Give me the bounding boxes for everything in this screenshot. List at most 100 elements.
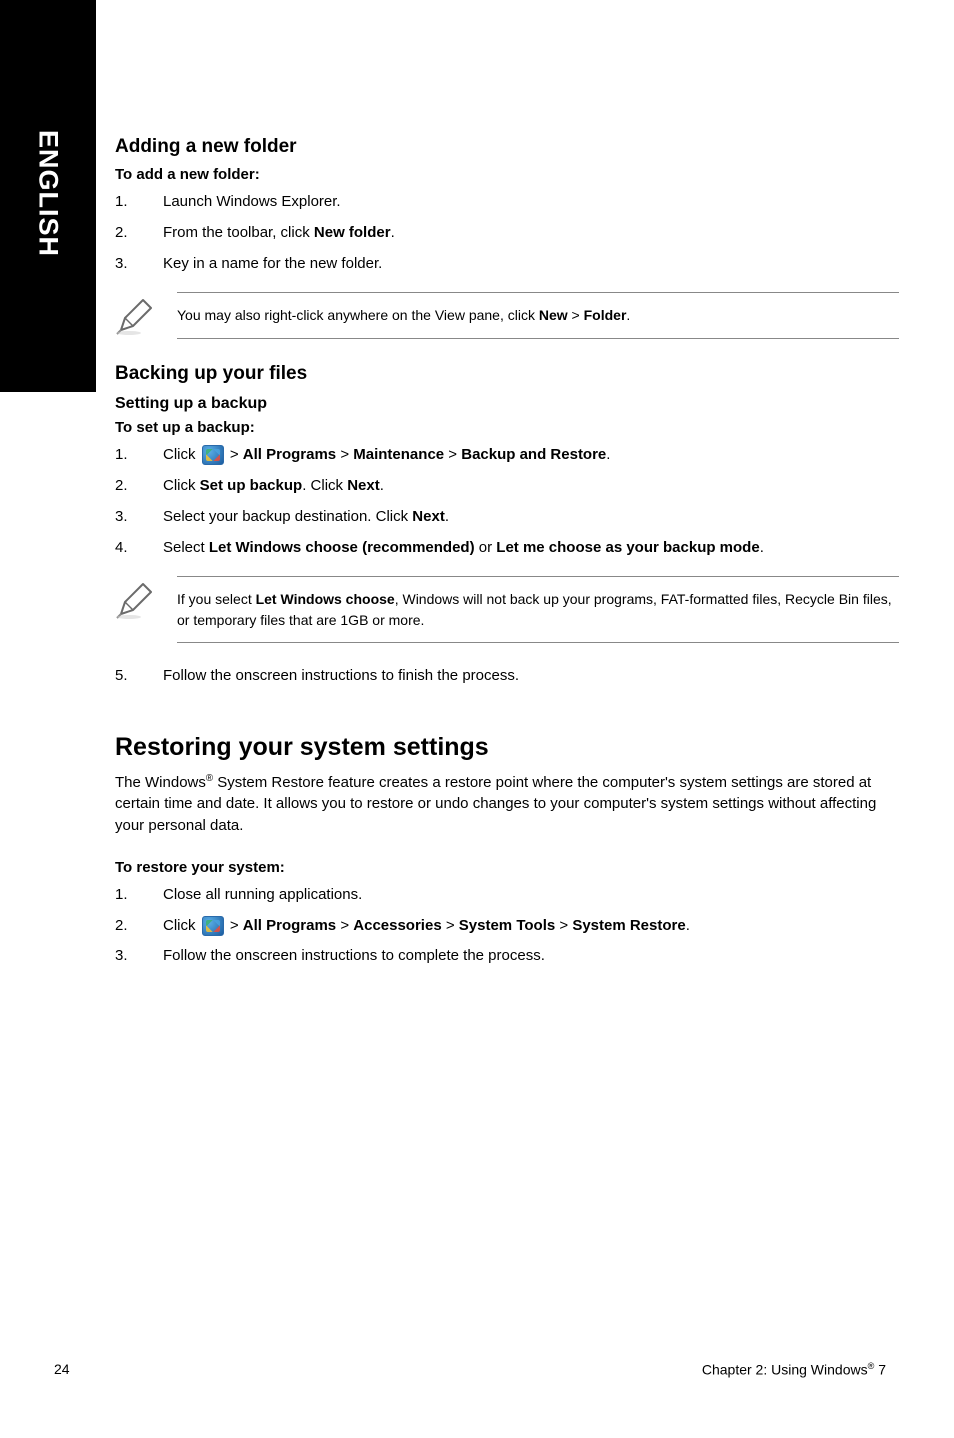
sep2: > (442, 917, 459, 934)
note-prefix: You may also right-click anywhere on the… (177, 307, 539, 323)
step-text: Select Let Windows choose (recommended) … (163, 537, 899, 559)
heading-restoring: Restoring your system settings (115, 733, 899, 762)
step-2: 2. Click > All Programs > Accessories > … (115, 915, 899, 937)
steps-backup: 1. Click > All Programs > Maintenance > … (115, 444, 899, 558)
intro-adding-folder: To add a new folder: (115, 166, 899, 183)
step-text: Launch Windows Explorer. (163, 191, 899, 213)
b1: All Programs (243, 917, 336, 934)
suffix: . (686, 917, 690, 934)
prefix: Click (163, 477, 200, 494)
prefix: Click (163, 917, 200, 934)
step-num: 2. (115, 915, 135, 937)
step-num: 2. (115, 222, 135, 244)
b4: System Restore (572, 917, 685, 934)
text-suffix: . (391, 224, 395, 241)
chapter-pre: Chapter 2: Using Windows (702, 1362, 868, 1378)
subheading-setting-up: Setting up a backup (115, 395, 899, 413)
b1: Let Windows choose (recommended) (209, 539, 475, 556)
step-text: Key in a name for the new folder. (163, 253, 899, 275)
b3: Backup and Restore (461, 446, 606, 463)
suffix: . (380, 477, 384, 494)
step-text: Follow the onscreen instructions to fini… (163, 665, 899, 687)
sep3: > (555, 917, 572, 934)
step-1: 1. Click > All Programs > Maintenance > … (115, 444, 899, 466)
bold-text: New folder (314, 224, 391, 241)
after-icon: > (226, 446, 243, 463)
heading-backing-up: Backing up your files (115, 363, 899, 385)
steps-adding-folder: 1. Launch Windows Explorer. 2. From the … (115, 191, 899, 274)
language-sidebar: ENGLISH (0, 0, 96, 392)
sep1: > (336, 446, 353, 463)
sep2: > (444, 446, 461, 463)
b3: System Tools (459, 917, 555, 934)
step-text: Click Set up backup. Click Next. (163, 475, 899, 497)
b2: Maintenance (353, 446, 444, 463)
b1: Next (412, 508, 445, 525)
step-1: 1. Close all running applications. (115, 884, 899, 906)
note-suffix: . (626, 307, 630, 323)
step-text: From the toolbar, click New folder. (163, 222, 899, 244)
prefix: Select your backup destination. Click (163, 508, 412, 525)
step-text: Click > All Programs > Accessories > Sys… (163, 915, 899, 937)
suffix: . (445, 508, 449, 525)
mid: . Click (302, 477, 347, 494)
step-num: 5. (115, 665, 135, 687)
step-num: 3. (115, 253, 135, 275)
heading-adding-folder: Adding a new folder (115, 136, 899, 158)
step-3: 3. Follow the onscreen instructions to c… (115, 945, 899, 967)
step-num: 1. (115, 444, 135, 466)
step-text: Follow the onscreen instructions to comp… (163, 945, 899, 967)
step-num: 2. (115, 475, 135, 497)
chapter-post: 7 (874, 1362, 886, 1378)
para-sup: ® (206, 773, 213, 784)
step-2: 2. From the toolbar, click New folder. (115, 222, 899, 244)
steps-backup-cont: 5. Follow the onscreen instructions to f… (115, 665, 899, 687)
note-mid: > (568, 307, 584, 323)
step-4: 4. Select Let Windows choose (recommende… (115, 537, 899, 559)
b2: Next (347, 477, 380, 494)
steps-restore: 1. Close all running applications. 2. Cl… (115, 884, 899, 967)
note-text: You may also right-click anywhere on the… (177, 292, 899, 338)
pencil-icon (115, 296, 157, 341)
mid: or (475, 539, 497, 556)
restoring-paragraph: The Windows® System Restore feature crea… (115, 772, 899, 837)
note-adding-folder: You may also right-click anywhere on the… (115, 292, 899, 341)
step-num: 1. (115, 884, 135, 906)
step-1: 1. Launch Windows Explorer. (115, 191, 899, 213)
prefix: If you select (177, 591, 256, 607)
sidebar-label: ENGLISH (33, 130, 64, 257)
step-text: Select your backup destination. Click Ne… (163, 506, 899, 528)
step-num: 3. (115, 506, 135, 528)
page-footer: 24 Chapter 2: Using Windows® 7 (54, 1361, 886, 1378)
b2: Accessories (353, 917, 441, 934)
para-post: System Restore feature creates a restore… (115, 774, 876, 835)
suffix: . (760, 539, 764, 556)
chapter-label: Chapter 2: Using Windows® 7 (702, 1361, 886, 1378)
step-2: 2. Click Set up backup. Click Next. (115, 475, 899, 497)
note-backup: If you select Let Windows choose, Window… (115, 576, 899, 643)
windows-start-icon (202, 445, 224, 465)
note-bold2: Folder (584, 307, 627, 323)
step-3: 3. Select your backup destination. Click… (115, 506, 899, 528)
para-pre: The Windows (115, 774, 206, 791)
note-text: If you select Let Windows choose, Window… (177, 576, 899, 643)
b1: Set up backup (200, 477, 303, 494)
prefix: Select (163, 539, 209, 556)
suffix: . (606, 446, 610, 463)
after-icon: > (226, 917, 243, 934)
step-3: 3. Key in a name for the new folder. (115, 253, 899, 275)
b1: Let Windows choose (256, 591, 395, 607)
step-num: 4. (115, 537, 135, 559)
step-text: Click > All Programs > Maintenance > Bac… (163, 444, 899, 466)
step-text: Close all running applications. (163, 884, 899, 906)
step-num: 3. (115, 945, 135, 967)
page-content: Adding a new folder To add a new folder:… (115, 136, 899, 976)
intro-backup: To set up a backup: (115, 419, 899, 436)
b2: Let me choose as your backup mode (496, 539, 759, 556)
note-bold1: New (539, 307, 568, 323)
page-number: 24 (54, 1361, 70, 1378)
text-prefix: From the toolbar, click (163, 224, 314, 241)
b1: All Programs (243, 446, 336, 463)
windows-start-icon (202, 916, 224, 936)
step-num: 1. (115, 191, 135, 213)
